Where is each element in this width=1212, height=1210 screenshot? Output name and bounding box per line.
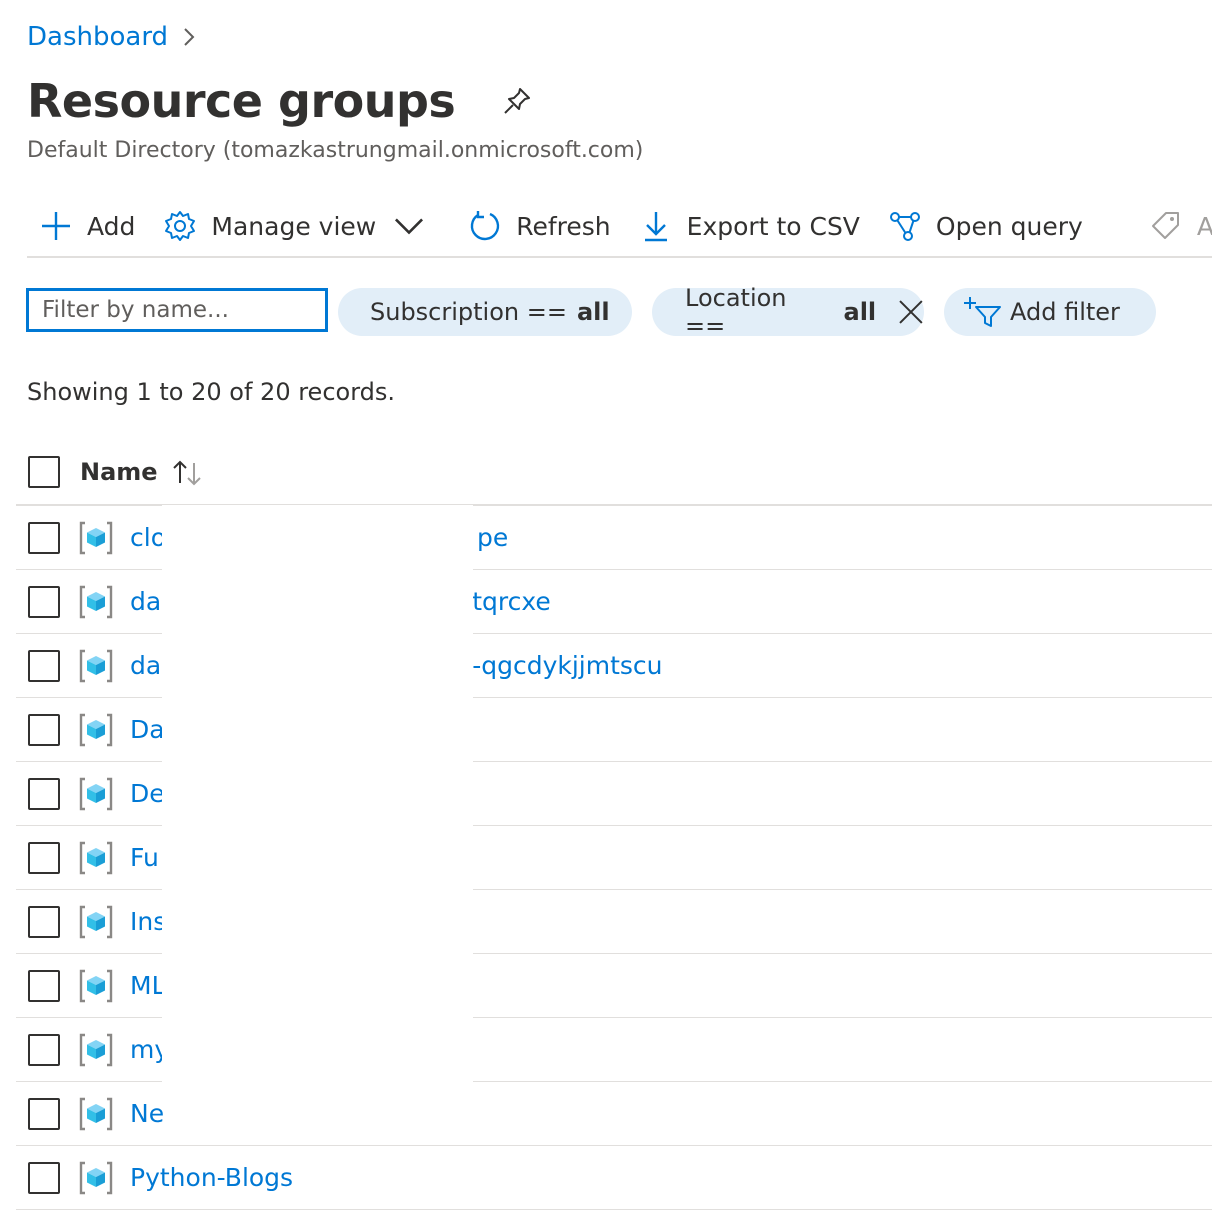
resource-group-link[interactable]: ML	[130, 971, 166, 1000]
records-count: Showing 1 to 20 of 20 records.	[27, 378, 396, 406]
refresh-label: Refresh	[516, 211, 611, 241]
location-filter-value: all	[843, 298, 877, 326]
resource-group-icon	[79, 905, 113, 938]
download-icon	[644, 212, 667, 242]
gear-icon	[165, 211, 196, 241]
assign-tags-button[interactable]: Assign	[1135, 201, 1212, 251]
resource-group-icon	[79, 969, 113, 1002]
tag-icon	[1151, 212, 1179, 239]
row-checkbox[interactable]	[28, 713, 60, 746]
resource-group-link[interactable]: Ins	[130, 907, 166, 936]
row-checkbox[interactable]	[28, 1033, 60, 1066]
subscription-filter-label: Subscription ==	[370, 298, 567, 326]
page-subtitle: Default Directory (tomazkastrungmail.onm…	[27, 138, 644, 163]
breadcrumb: Dashboard	[27, 22, 198, 52]
add-button[interactable]: Add	[27, 201, 149, 251]
resource-group-icon	[79, 1097, 113, 1130]
pin-icon[interactable]	[501, 85, 533, 117]
command-bar: Add Manage view Refresh Export to CSV Op	[27, 196, 1212, 258]
filter-by-name-input[interactable]	[26, 288, 328, 332]
resource-group-link[interactable]: Ne	[130, 1099, 164, 1128]
resource-group-link[interactable]: Fu	[130, 843, 159, 872]
refresh-icon	[471, 211, 500, 241]
column-header-name[interactable]: Name	[80, 458, 158, 486]
filter-add-icon	[964, 297, 1001, 327]
resource-group-icon	[79, 777, 113, 810]
location-filter-label: Location ==	[685, 284, 787, 340]
query-graph-icon	[889, 212, 920, 241]
chevron-right-icon	[184, 28, 195, 46]
row-checkbox[interactable]	[28, 585, 60, 618]
plus-icon	[42, 212, 70, 240]
row-checkbox[interactable]	[28, 1097, 60, 1130]
resource-group-icon	[79, 1161, 113, 1194]
table-row[interactable]: Ne	[16, 1082, 1212, 1146]
row-checkbox[interactable]	[28, 649, 60, 682]
chevron-down-icon	[395, 218, 424, 235]
breadcrumb-dashboard-link[interactable]: Dashboard	[27, 22, 168, 52]
manage-view-label: Manage view	[211, 211, 377, 241]
row-checkbox[interactable]	[28, 841, 60, 874]
add-filter-button[interactable]: Add filter	[944, 288, 1156, 336]
assign-tags-label: Assign	[1197, 212, 1212, 241]
subscription-filter-value: all	[576, 298, 610, 326]
redaction-block	[162, 505, 473, 1085]
resource-group-link[interactable]: Python-Blogs	[130, 1163, 293, 1192]
add-button-label: Add	[87, 211, 136, 241]
manage-view-button[interactable]: Manage view	[149, 201, 454, 251]
row-checkbox[interactable]	[28, 1161, 60, 1194]
sort-icon[interactable]	[170, 457, 206, 487]
refresh-button[interactable]: Refresh	[454, 201, 624, 251]
select-all-checkbox[interactable]	[28, 456, 60, 488]
subscription-filter-pill[interactable]: Subscription == all	[338, 288, 632, 336]
row-checkbox[interactable]	[28, 777, 60, 810]
export-csv-button[interactable]: Export to CSV	[625, 201, 874, 251]
close-icon[interactable]	[898, 299, 924, 325]
resource-group-icon	[79, 713, 113, 746]
resource-group-icon	[79, 1033, 113, 1066]
title-row: Resource groups	[27, 74, 533, 128]
open-query-button[interactable]: Open query	[874, 201, 1097, 251]
resource-group-icon	[79, 585, 113, 618]
open-query-label: Open query	[935, 211, 1083, 241]
table-header: Name	[16, 440, 1212, 506]
location-filter-pill[interactable]: Location == all	[652, 284, 924, 340]
row-checkbox[interactable]	[28, 969, 60, 1002]
resource-group-icon	[79, 649, 113, 682]
page-title: Resource groups	[27, 74, 456, 128]
table-row[interactable]: Python-Blogs	[16, 1146, 1212, 1210]
row-checkbox[interactable]	[28, 905, 60, 938]
resource-group-link[interactable]: Da	[130, 715, 165, 744]
row-checkbox[interactable]	[28, 521, 60, 554]
add-filter-label: Add filter	[1010, 298, 1120, 326]
export-csv-label: Export to CSV	[686, 211, 860, 241]
resource-group-icon	[79, 841, 113, 874]
resource-group-icon	[79, 521, 113, 554]
resource-group-link[interactable]: De	[130, 779, 165, 808]
